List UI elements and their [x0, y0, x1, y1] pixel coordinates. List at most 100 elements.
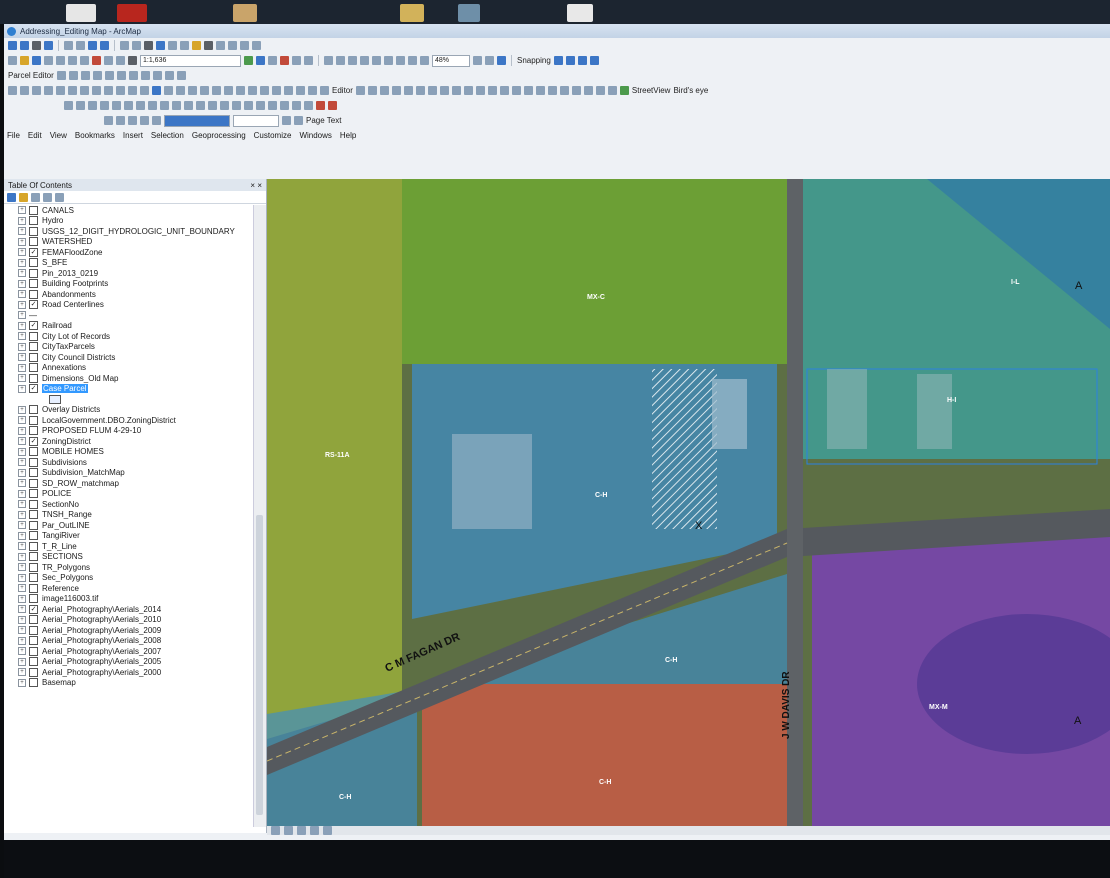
expand-toggle-icon[interactable]: +	[18, 447, 26, 456]
parcel-tool-icon[interactable]	[164, 71, 174, 80]
paste-icon[interactable]	[80, 56, 89, 65]
expand-toggle-icon[interactable]: +	[18, 206, 26, 215]
edit-tool-icon[interactable]	[224, 86, 233, 95]
edit-tool-icon[interactable]	[152, 86, 161, 95]
zone-ch-3[interactable]	[422, 684, 787, 826]
draw-tool-icon[interactable]	[292, 101, 301, 110]
layer-visibility-checkbox[interactable]	[29, 279, 38, 289]
toc-layer-row[interactable]: + Aerial_Photography\Aerials_2009	[4, 625, 252, 636]
catalog-icon[interactable]	[268, 56, 277, 65]
layer-visibility-checkbox[interactable]: ✓	[29, 247, 38, 257]
edit-tool-icon[interactable]	[32, 86, 41, 95]
toc-layer-row[interactable]: + SectionNo	[4, 499, 252, 510]
edit-tool-icon[interactable]	[308, 86, 317, 95]
fixed-zoom-out-icon[interactable]	[76, 41, 85, 50]
print-icon[interactable]	[44, 56, 53, 65]
desktop-icon[interactable]	[458, 4, 480, 22]
expand-toggle-icon[interactable]: +	[18, 605, 26, 614]
edit-tool-icon[interactable]	[547, 86, 557, 95]
expand-toggle-icon[interactable]: +	[18, 626, 26, 635]
layer-visibility-checkbox[interactable]	[29, 226, 38, 236]
expand-toggle-icon[interactable]: +	[18, 216, 26, 225]
layer-visibility-checkbox[interactable]	[29, 552, 38, 562]
toc-layer-row[interactable]: + CANALS	[4, 205, 252, 216]
layer-visibility-checkbox[interactable]	[29, 331, 38, 341]
expand-toggle-icon[interactable]: +	[18, 248, 26, 257]
menu-help[interactable]: Help	[340, 131, 356, 140]
zoom-in-icon[interactable]	[8, 41, 17, 50]
layer-visibility-checkbox[interactable]	[29, 657, 38, 667]
edit-tool-icon[interactable]	[595, 86, 605, 95]
edit-tool-icon[interactable]	[355, 86, 365, 95]
birds-eye-button[interactable]: Bird's eye	[673, 86, 708, 95]
expand-toggle-icon[interactable]: +	[18, 510, 26, 519]
toc-layer-row[interactable]	[4, 394, 252, 405]
toc-layer-row[interactable]: + CityTaxParcels	[4, 342, 252, 353]
html-popup-icon[interactable]	[180, 41, 189, 50]
draw-tool-icon[interactable]	[100, 101, 109, 110]
open-icon[interactable]	[20, 56, 29, 65]
viewer-icon[interactable]	[240, 41, 249, 50]
expand-toggle-icon[interactable]: +	[18, 332, 26, 341]
back-icon[interactable]	[88, 41, 97, 50]
edge-snapping-icon[interactable]	[589, 56, 599, 65]
list-by-source-icon[interactable]	[19, 192, 28, 202]
toc-layer-row[interactable]: + Subdivision_MatchMap	[4, 468, 252, 479]
toc-layer-row[interactable]: + Overlay Districts	[4, 405, 252, 416]
dropdown-icon[interactable]	[252, 41, 261, 50]
edit-tool-icon[interactable]	[8, 86, 17, 95]
layer-visibility-checkbox[interactable]	[29, 541, 38, 551]
toc-layer-row[interactable]: + City Council Districts	[4, 352, 252, 363]
measure-icon[interactable]	[192, 41, 201, 50]
edit-tool-icon[interactable]	[296, 86, 305, 95]
toc-layer-row[interactable]: + Sec_Polygons	[4, 573, 252, 584]
expand-toggle-icon[interactable]: +	[18, 384, 26, 393]
expand-toggle-icon[interactable]: +	[18, 258, 26, 267]
toc-layer-row[interactable]: + ✓ FEMAFloodZone	[4, 247, 252, 258]
expand-toggle-icon[interactable]: +	[18, 647, 26, 656]
layer-visibility-checkbox[interactable]: ✓	[29, 604, 38, 614]
expand-toggle-icon[interactable]: +	[18, 552, 26, 561]
draw-tool-icon[interactable]	[268, 101, 277, 110]
list-by-drawing-order-icon[interactable]	[7, 192, 16, 202]
zone-rs[interactable]	[267, 179, 402, 739]
layer-visibility-checkbox[interactable]	[29, 373, 38, 383]
layer-visibility-checkbox[interactable]	[29, 510, 38, 520]
draw-tool-icon[interactable]	[244, 101, 253, 110]
add-data-icon[interactable]	[128, 56, 137, 65]
scale-combo[interactable]: 1:1,636	[140, 54, 241, 67]
first-page-icon[interactable]	[140, 116, 149, 125]
toc-icon[interactable]	[256, 56, 265, 65]
edit-tool-icon[interactable]	[56, 86, 65, 95]
edit-tool-icon[interactable]	[463, 86, 473, 95]
toc-layer-row[interactable]: + Annexations	[4, 363, 252, 374]
edit-tool-icon[interactable]	[284, 86, 293, 95]
draw-tool-icon[interactable]	[220, 101, 229, 110]
edit-tool-icon[interactable]	[559, 86, 569, 95]
layer-visibility-checkbox[interactable]: ✓	[29, 384, 38, 394]
layer-visibility-checkbox[interactable]	[29, 583, 38, 593]
cut-icon[interactable]	[56, 56, 65, 65]
expand-toggle-icon[interactable]: +	[18, 657, 26, 666]
expand-toggle-icon[interactable]: +	[18, 227, 26, 236]
layout-tool-icon[interactable]	[408, 56, 417, 65]
draw-tool-icon[interactable]	[232, 101, 241, 110]
layer-visibility-checkbox[interactable]	[29, 426, 38, 436]
forward-icon[interactable]	[100, 41, 109, 50]
toc-layer-row[interactable]: + Subdivisions	[4, 457, 252, 468]
toc-layer-row[interactable]: + Dimensions_Old Map	[4, 373, 252, 384]
draw-tool-icon[interactable]	[256, 101, 265, 110]
edit-tool-icon[interactable]	[367, 86, 377, 95]
parcel-tool-icon[interactable]	[104, 71, 114, 80]
layer-visibility-checkbox[interactable]	[29, 667, 38, 677]
expand-toggle-icon[interactable]: +	[18, 542, 26, 551]
toc-layer-row[interactable]: + TNSH_Range	[4, 510, 252, 521]
expand-toggle-icon[interactable]: +	[18, 489, 26, 498]
python-icon[interactable]	[304, 56, 313, 65]
edit-tool-icon[interactable]	[403, 86, 413, 95]
expand-toggle-icon[interactable]: +	[18, 300, 26, 309]
ddp-icon[interactable]	[104, 116, 113, 125]
new-icon[interactable]	[8, 56, 17, 65]
expand-toggle-icon[interactable]: +	[18, 573, 26, 582]
edit-tool-icon[interactable]	[164, 86, 173, 95]
